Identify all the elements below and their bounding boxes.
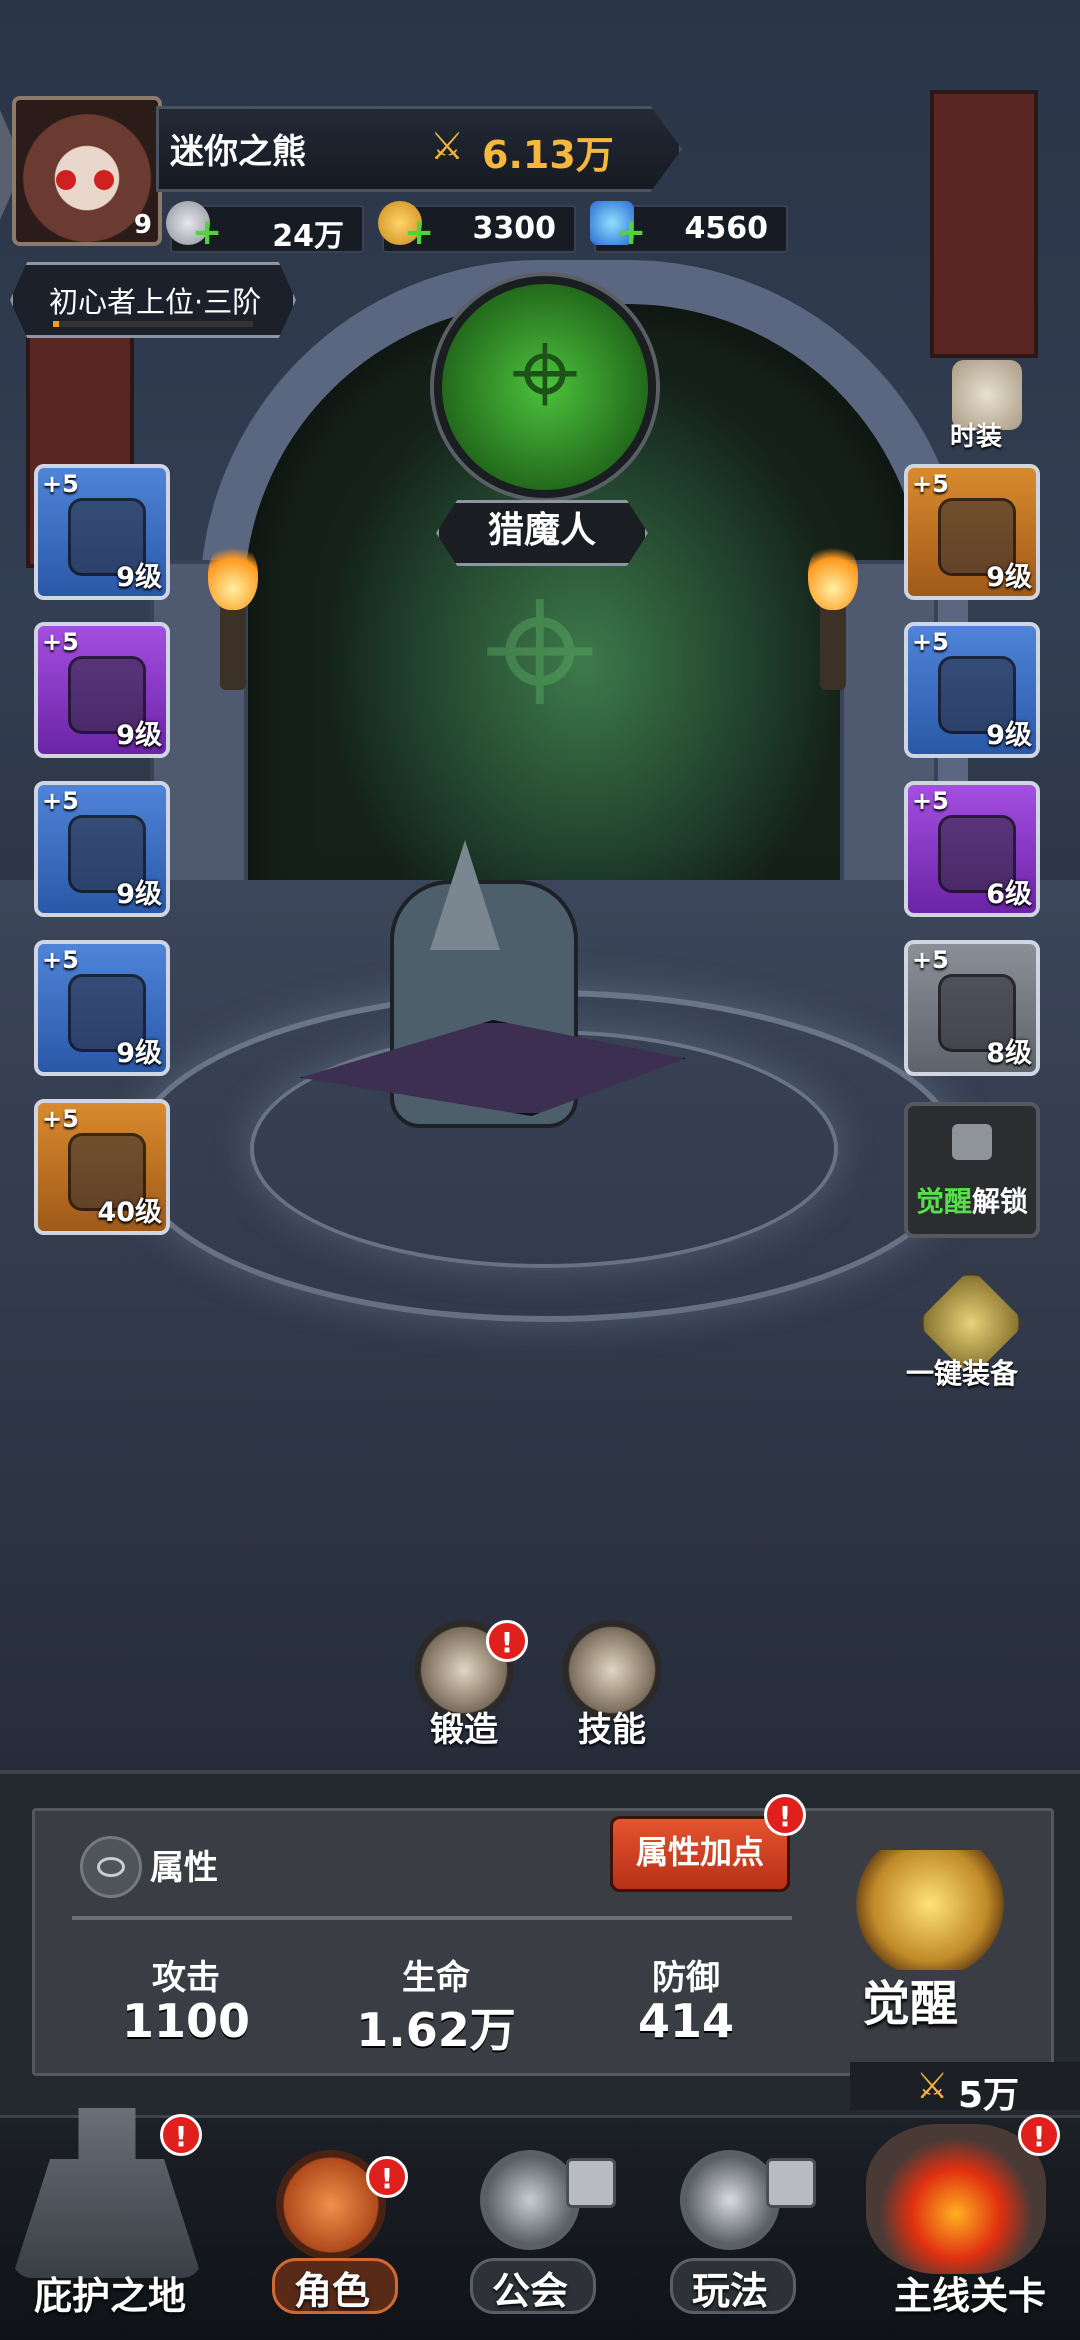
enhance-level: +5 <box>42 946 79 974</box>
resource-gem[interactable]: + 4560 <box>590 201 788 253</box>
enhance-level: +5 <box>42 628 79 656</box>
item-level: 40级 <box>97 1197 162 1228</box>
equip-slot-bracer[interactable]: +5 9级 <box>904 622 1040 758</box>
awaken-unlock-slot[interactable]: 觉醒解锁 <box>904 1102 1040 1238</box>
attack-label: 攻击 <box>152 1958 220 1998</box>
attribute-alert-badge: ! <box>764 1794 806 1836</box>
player-level: 9 <box>133 210 152 240</box>
enhance-level: +5 <box>912 470 949 498</box>
left-torch <box>208 540 258 690</box>
forge-alert-badge: ! <box>486 1620 528 1662</box>
hp-value: 1.62万 <box>356 2003 516 2057</box>
gold-value: 3300 <box>472 211 557 246</box>
equip-slot-belt[interactable]: +5 6级 <box>904 781 1040 917</box>
avatar-eye <box>94 170 114 190</box>
item-level: 6级 <box>986 879 1032 910</box>
forge-button[interactable]: 锻造 <box>430 1702 498 1751</box>
right-banner <box>930 90 1038 358</box>
rank-label: 初心者上位·三阶 <box>49 285 262 319</box>
equip-slot-shoulder[interactable]: +5 9级 <box>34 622 170 758</box>
nav-gameplay[interactable]: 玩法 <box>670 2260 790 2315</box>
shelter-alert-badge: ! <box>160 2114 202 2156</box>
resource-gold[interactable]: + 3300 <box>378 201 576 253</box>
attribute-points-button[interactable]: 属性加点 <box>610 1816 790 1892</box>
item-level: 9级 <box>116 1038 162 1069</box>
lock-icon <box>952 1124 992 1160</box>
nav-shelter[interactable]: 庇护之地 <box>10 2265 210 2320</box>
enhance-level: +5 <box>912 946 949 974</box>
right-torch <box>808 540 858 690</box>
item-level: 8级 <box>986 1038 1032 1069</box>
hero-crossbow <box>300 1020 686 1116</box>
awaken-button[interactable]: 觉醒 <box>862 1964 958 2034</box>
defense-value: 414 <box>637 1994 735 2048</box>
player-name: 迷你之熊 <box>170 132 306 172</box>
equip-slot-boots[interactable]: +5 8级 <box>904 940 1040 1076</box>
awaken-unlock-label: 觉醒解锁 <box>916 1185 1029 1218</box>
nav-character[interactable]: 角色 <box>272 2260 392 2315</box>
combat-power: 6.13万 <box>482 133 614 177</box>
player-avatar[interactable]: 9 <box>12 96 162 246</box>
main-stage-alert-badge: ! <box>1018 2114 1060 2156</box>
hp-label: 生命 <box>402 1958 470 1998</box>
add-gem-icon[interactable]: + <box>616 215 646 251</box>
item-level: 9级 <box>986 562 1032 593</box>
hero-character <box>280 840 700 1240</box>
equip-slot-weapon[interactable]: +5 40级 <box>34 1099 170 1235</box>
attribute-title: 属性 <box>150 1848 218 1888</box>
enhance-level: +5 <box>42 787 79 815</box>
avatar-eye <box>56 170 76 190</box>
equip-slot-pants[interactable]: +5 9级 <box>34 940 170 1076</box>
nav-main-stage[interactable]: 主线关卡 <box>870 2265 1070 2320</box>
resource-silver[interactable]: + 24万 <box>166 201 364 254</box>
enhance-level: +5 <box>912 787 949 815</box>
crossbow-emblem-icon: ⌖ <box>511 304 579 443</box>
awaken-star-icon[interactable] <box>850 1850 1010 1970</box>
rank-progress <box>53 321 253 327</box>
nav-guild[interactable]: 公会 <box>470 2260 590 2315</box>
item-level: 9级 <box>116 879 162 910</box>
character-alert-badge: ! <box>366 2156 408 2198</box>
enhance-level: +5 <box>42 1105 79 1133</box>
enhance-level: +5 <box>912 628 949 656</box>
costume-label[interactable]: 时装 <box>950 416 1002 453</box>
class-name: 猎魔人 <box>436 500 648 566</box>
equip-slot-helmet[interactable]: +5 9级 <box>34 464 170 600</box>
add-silver-icon[interactable]: + <box>192 215 222 251</box>
demon-stage-icon[interactable] <box>866 2124 1046 2274</box>
equip-slot-gloves[interactable]: +5 9级 <box>34 781 170 917</box>
crossed-swords-icon: ⚔ <box>430 124 465 168</box>
awaken-required-power: 5万 <box>958 2075 1020 2116</box>
class-emblem[interactable]: ⌖ <box>434 276 656 498</box>
enhance-level: +5 <box>42 470 79 498</box>
equip-slot-armor[interactable]: +5 9级 <box>904 464 1040 600</box>
glowing-emblem-background: ⌖ <box>483 533 597 766</box>
one-key-equip-label[interactable]: 一键装备 <box>906 1352 1018 1392</box>
eye-icon[interactable] <box>80 1836 142 1898</box>
attribute-divider <box>72 1916 792 1920</box>
guild-icon[interactable] <box>480 2150 580 2250</box>
item-level: 9级 <box>116 720 162 751</box>
item-level: 9级 <box>986 720 1032 751</box>
guild-lock-icon <box>566 2158 616 2208</box>
item-level: 9级 <box>116 562 162 593</box>
silver-value: 24万 <box>272 219 344 254</box>
crossed-swords-icon: ⚔ <box>916 2066 949 2107</box>
add-gold-icon[interactable]: + <box>404 215 434 251</box>
defense-label: 防御 <box>652 1958 720 1998</box>
gameplay-lock-icon <box>766 2158 816 2208</box>
attack-value: 1100 <box>121 1994 251 2048</box>
skull-gameplay-icon[interactable] <box>680 2150 780 2250</box>
gem-value: 4560 <box>684 211 769 246</box>
rank-badge[interactable]: 初心者上位·三阶 <box>10 262 296 338</box>
skill-button[interactable]: 技能 <box>578 1702 646 1751</box>
